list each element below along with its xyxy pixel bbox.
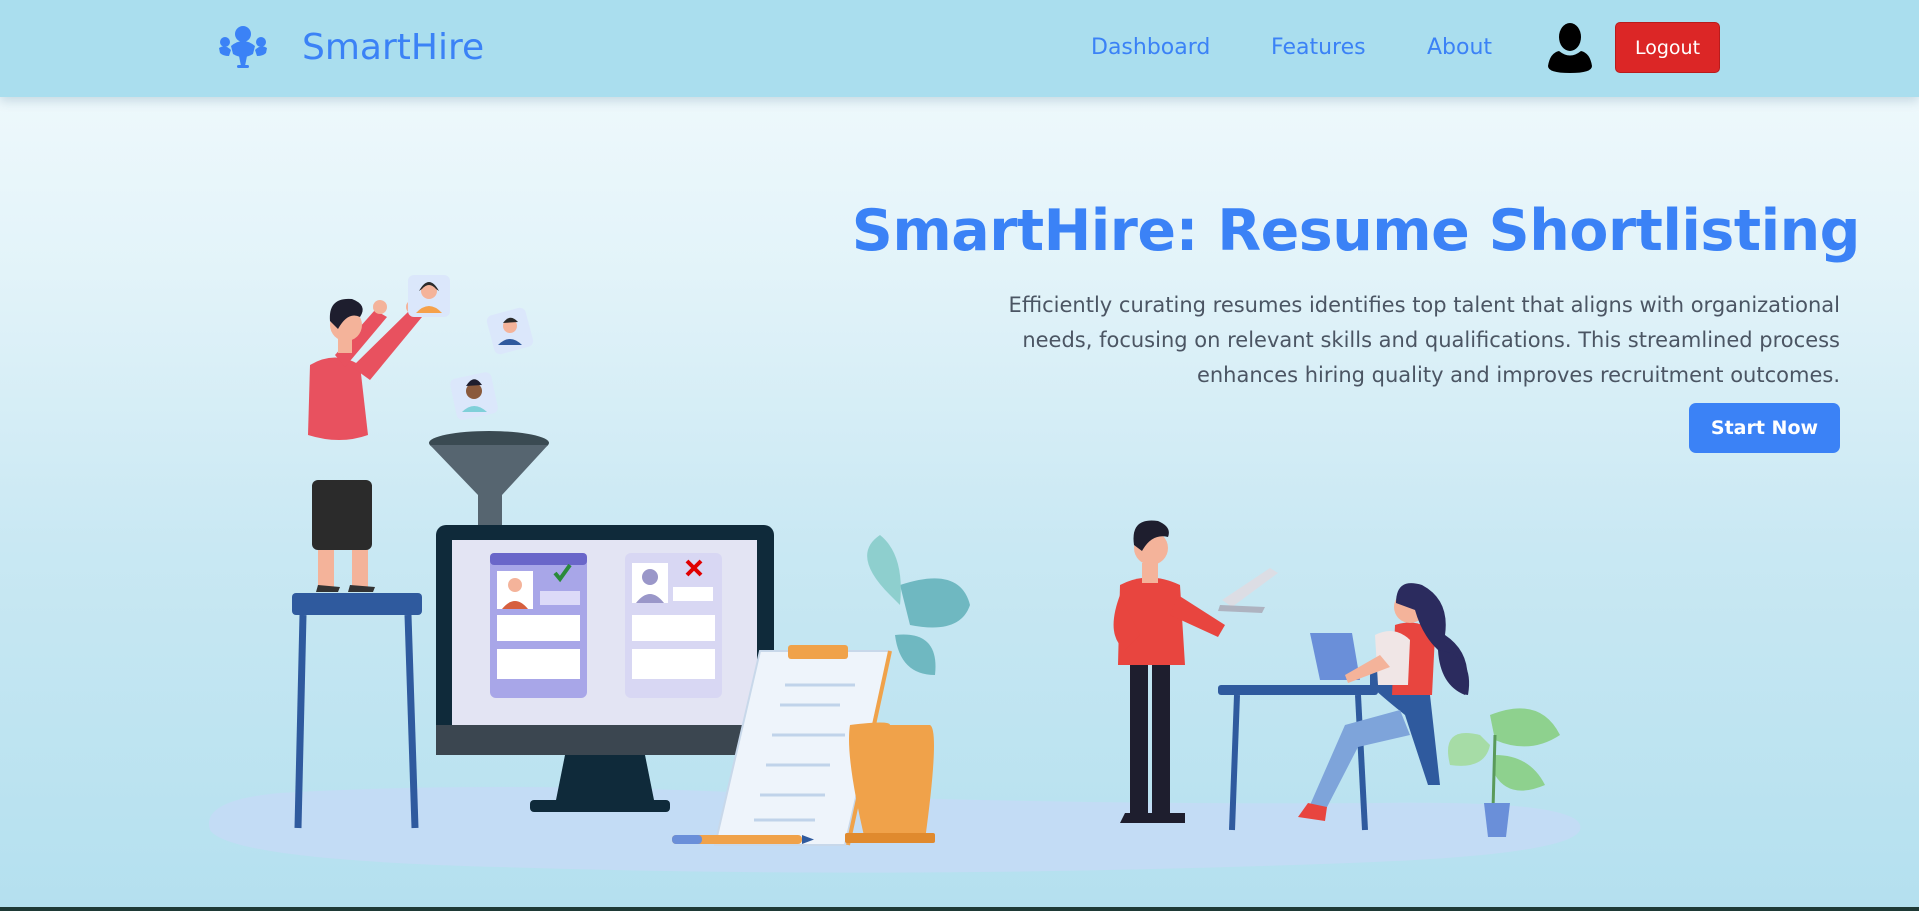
nav-features-link[interactable]: Features bbox=[1271, 34, 1366, 62]
nav-about-link[interactable]: About bbox=[1427, 34, 1492, 62]
navbar: SmartHire Dashboard Features About Logou… bbox=[0, 0, 1919, 97]
nav-dashboard-link[interactable]: Dashboard bbox=[1091, 34, 1210, 62]
bottom-border bbox=[0, 907, 1919, 911]
logo-icon[interactable] bbox=[217, 24, 269, 70]
user-avatar-icon[interactable] bbox=[1546, 22, 1594, 74]
brand-name[interactable]: SmartHire bbox=[302, 26, 484, 70]
resume-shortlisting-illustration bbox=[208, 275, 1581, 873]
logout-button[interactable]: Logout bbox=[1615, 22, 1720, 73]
start-now-button[interactable]: Start Now bbox=[1689, 403, 1840, 453]
